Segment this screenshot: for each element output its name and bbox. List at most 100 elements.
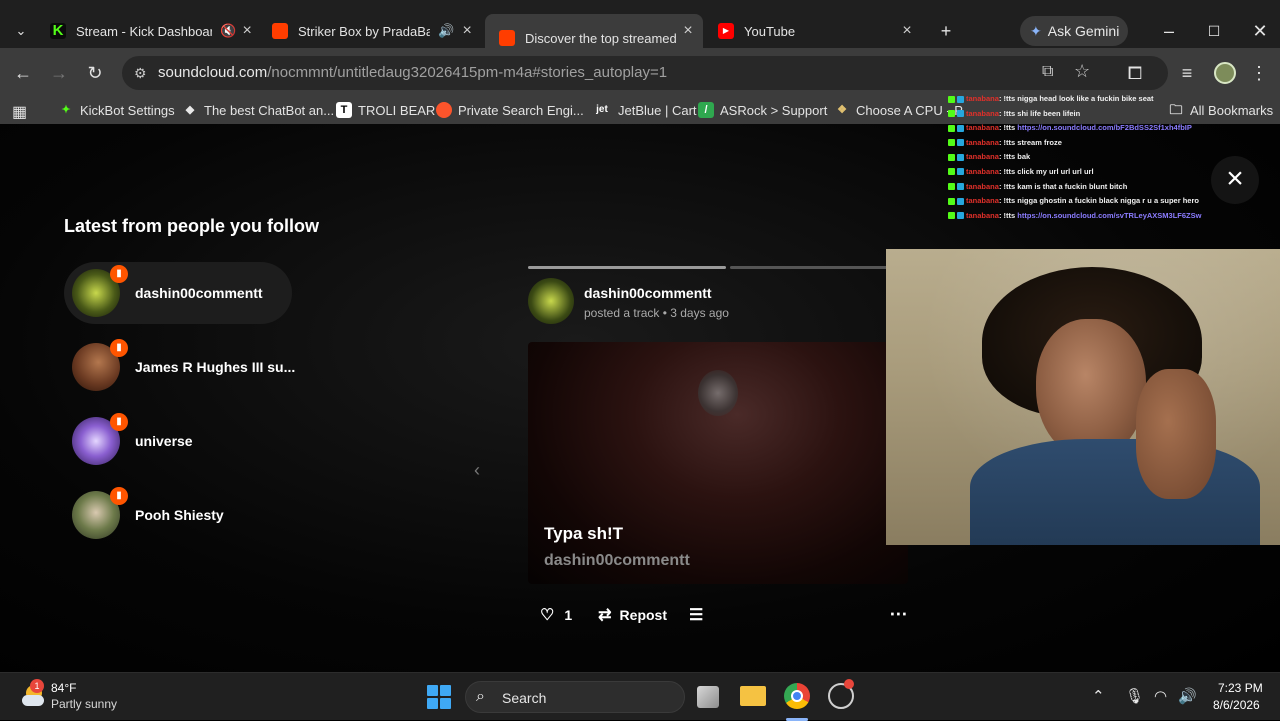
extensions-icon[interactable]: ⧠: [1124, 62, 1146, 84]
weather-condition[interactable]: Partly sunny: [51, 697, 117, 711]
chat-line: tanabana: !tts nigga ghostin a fuckin bl…: [948, 194, 1238, 209]
webcam-overlay: [886, 249, 1280, 545]
bookmark-private-search[interactable]: Private Search Engi...: [436, 102, 584, 118]
story-actions: ♡ 1 ⇄ Repost ☰ ⋯: [540, 604, 907, 625]
weather-temp[interactable]: 84°F: [51, 681, 76, 695]
track-artwork[interactable]: [528, 342, 908, 584]
follow-item-dashin00commentt[interactable]: ▮ dashin00commentt: [64, 262, 292, 324]
section-title: Latest from people you follow: [64, 216, 320, 236]
track-artist[interactable]: dashin00commentt: [544, 552, 690, 570]
chat-line: tanabana: !tts kam is that a fuckin blun…: [948, 180, 1238, 195]
story-progress-2: [730, 266, 910, 269]
back-icon[interactable]: ←: [12, 62, 34, 84]
apps-grid-icon[interactable]: ▦: [12, 102, 27, 122]
close-icon[interactable]: ×: [679, 22, 697, 40]
microphone-icon[interactable]: 🎙: [1125, 687, 1144, 705]
bookmark-choose-cpu[interactable]: ❖ Choose A CPU - P: [834, 102, 963, 118]
window-close-icon[interactable]: ✕: [1249, 20, 1271, 42]
weather-widget-icon[interactable]: 1: [20, 679, 46, 709]
forward-icon[interactable]: →: [48, 62, 70, 84]
chat-line: tanabana: !tts click my url url url url: [948, 165, 1238, 180]
bookmark-kickbot[interactable]: ✦ KickBot Settings: [58, 102, 175, 118]
poster-avatar[interactable]: [528, 278, 574, 324]
chatbot-icon: ◆: [185, 104, 195, 116]
follow-item-universe[interactable]: ▮ universe: [64, 410, 292, 472]
clock-date[interactable]: 8/6/2026: [1213, 698, 1260, 712]
chrome-icon[interactable]: [784, 683, 810, 709]
url-path: /nocmmnt/untitledaug32026415pm-m4a#stori…: [267, 64, 668, 81]
tab-title: Stream - Kick Dashboard: [76, 23, 212, 39]
previous-story-chevron-icon[interactable]: ‹: [474, 460, 480, 481]
chat-line: tanabana: !tts https://on.soundcloud.com…: [948, 209, 1238, 224]
repost-icon[interactable]: ⇄: [598, 605, 611, 625]
soundcloud-icon: [272, 23, 288, 39]
webcam-face: [1036, 319, 1146, 459]
media-controls-icon[interactable]: ≡: [1176, 62, 1198, 84]
artwork-figure: [698, 370, 738, 416]
bookmark-label: Choose A CPU - P: [856, 102, 963, 118]
volume-icon[interactable]: 🔊: [1178, 687, 1197, 705]
wifi-icon[interactable]: ◠: [1154, 687, 1167, 705]
bookmark-jetblue[interactable]: jet JetBlue | Cart: [592, 102, 697, 118]
audio-badge-icon: ▮: [110, 339, 128, 357]
tab-kick-dashboard[interactable]: K Stream - Kick Dashboard 🔇 ×: [36, 14, 252, 48]
address-bar[interactable]: ⚙ soundcloud.com/nocmmnt/untitledaug3202…: [122, 56, 1168, 90]
cpu-icon: ❖: [837, 104, 847, 116]
tab-youtube[interactable]: ▶ YouTube ×: [704, 14, 922, 48]
repost-button[interactable]: Repost: [620, 607, 667, 623]
bookmark-label: KickBot Settings: [80, 102, 175, 118]
track-title[interactable]: Typa sh!T: [544, 524, 623, 544]
tab-search-chevron-icon[interactable]: ⌄: [10, 20, 32, 42]
poster-username[interactable]: dashin00commentt: [584, 285, 712, 301]
bookmark-label: The best ChatBot an...: [204, 102, 335, 118]
muted-icon[interactable]: 🔇: [220, 23, 236, 39]
webcam-shirt: [970, 439, 1260, 545]
site-info-icon[interactable]: ⚙: [134, 64, 152, 82]
ask-gemini-button[interactable]: ✦ Ask Gemini: [1020, 16, 1128, 46]
close-icon[interactable]: ×: [458, 22, 476, 40]
tab-striker-box[interactable]: Striker Box by PradaBags 🔊 ×: [258, 14, 472, 48]
close-icon[interactable]: ×: [898, 22, 916, 40]
maximize-icon[interactable]: ☐: [1203, 20, 1225, 42]
follow-item-james-r-hughes[interactable]: ▮ James R Hughes III su...: [64, 336, 295, 398]
task-view-icon[interactable]: [697, 686, 719, 708]
tab-title: Striker Box by PradaBags: [298, 23, 430, 39]
url-text: soundcloud.com/nocmmnt/untitledaug320264…: [158, 64, 667, 81]
bookmark-troli-bear[interactable]: T TROLI BEAR: [336, 102, 435, 118]
new-tab-button[interactable]: +: [935, 20, 957, 42]
search-icon: ⌕: [476, 688, 485, 705]
close-icon[interactable]: ×: [238, 22, 256, 40]
menu-icon[interactable]: ⋮: [1248, 62, 1270, 84]
soundcloud-icon: [499, 30, 515, 46]
post-meta: posted a track • 3 days ago: [584, 306, 729, 320]
chat-line: tanabana: !tts nigga head look like a fu…: [948, 92, 1238, 107]
start-menu-icon[interactable]: [427, 685, 451, 709]
more-options-icon[interactable]: ⋯: [889, 604, 907, 625]
asrock-icon: /: [698, 102, 714, 118]
reload-icon[interactable]: ↻: [84, 62, 106, 84]
bookmark-label: JetBlue | Cart: [618, 102, 697, 118]
follow-item-pooh-shiesty[interactable]: ▮ Pooh Shiesty: [64, 484, 292, 546]
bookmark-star-icon[interactable]: ☆: [1074, 61, 1090, 82]
chat-line: tanabana: !tts stream froze: [948, 136, 1238, 151]
avatar: ▮: [72, 265, 128, 317]
like-heart-icon[interactable]: ♡: [540, 605, 554, 625]
obs-icon[interactable]: [828, 679, 854, 709]
bookmark-label: TROLI BEAR: [358, 102, 436, 118]
bookmark-label: ASRock > Support: [720, 102, 828, 118]
file-explorer-icon[interactable]: [740, 686, 766, 706]
minimize-icon[interactable]: –: [1158, 20, 1180, 42]
profile-avatar[interactable]: [1214, 62, 1236, 84]
tray-overflow-chevron-icon[interactable]: ⌃: [1092, 687, 1105, 705]
clock-time[interactable]: 7:23 PM: [1218, 681, 1263, 695]
add-to-playlist-icon[interactable]: ☰: [689, 605, 703, 625]
story-progress-1: [528, 266, 726, 269]
audio-badge-icon: ▮: [110, 487, 128, 505]
bookmark-chatbot[interactable]: ◆ The best ChatBot an...: [182, 102, 334, 118]
chat-line: tanabana: !tts https://on.soundcloud.com…: [948, 121, 1238, 136]
gemini-icon: ✦: [1030, 22, 1042, 39]
speaker-icon[interactable]: 🔊: [438, 23, 454, 39]
cast-icon[interactable]: ⧉: [1042, 63, 1053, 81]
bookmark-asrock[interactable]: / ASRock > Support: [698, 102, 827, 118]
taskbar-search[interactable]: ⌕ Search: [465, 681, 685, 713]
